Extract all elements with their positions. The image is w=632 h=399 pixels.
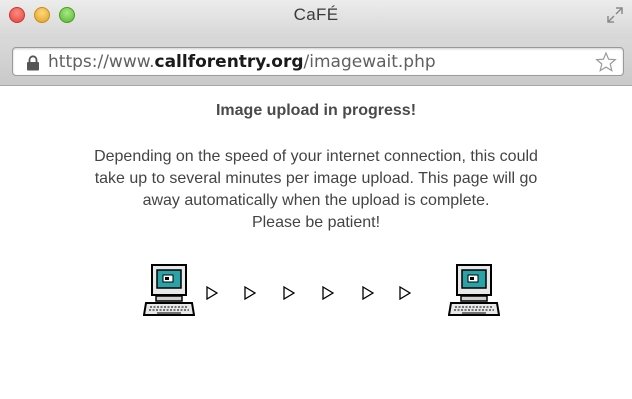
arrow-icon [206, 286, 218, 300]
source-computer-icon [143, 264, 195, 316]
bookmark-star-icon[interactable] [595, 51, 617, 73]
address-toolbar: https://www.callforentry.org/imagewait.p… [0, 39, 632, 86]
arrow-icon [399, 286, 411, 300]
arrow-icon [283, 286, 295, 300]
message-line: take up to several minutes per image upl… [94, 170, 538, 187]
address-field[interactable]: https://www.callforentry.org/imagewait.p… [12, 47, 624, 76]
page-heading: Image upload in progress! [215, 102, 417, 119]
url-prefix: https://www. [48, 52, 155, 72]
window-titlebar: CaFÉ [0, 0, 632, 39]
upload-message: Depending on the speed of your internet … [0, 146, 632, 234]
lock-icon [27, 55, 39, 71]
message-line: Please be patient! [251, 214, 381, 231]
message-line: away automatically when the upload is co… [142, 192, 490, 209]
url-text[interactable]: https://www.callforentry.org/imagewait.p… [48, 52, 436, 72]
url-domain: callforentry.org [154, 52, 304, 72]
arrow-icon [362, 286, 374, 300]
upload-animation [143, 264, 503, 320]
arrow-icon [244, 286, 256, 300]
window-title: CaFÉ [293, 5, 339, 24]
message-line: Depending on the speed of your internet … [94, 148, 538, 165]
fullscreen-icon[interactable] [606, 6, 624, 24]
destination-computer-icon [448, 264, 500, 316]
url-path: /imagewait.php [303, 52, 436, 72]
arrow-icon [322, 286, 334, 300]
